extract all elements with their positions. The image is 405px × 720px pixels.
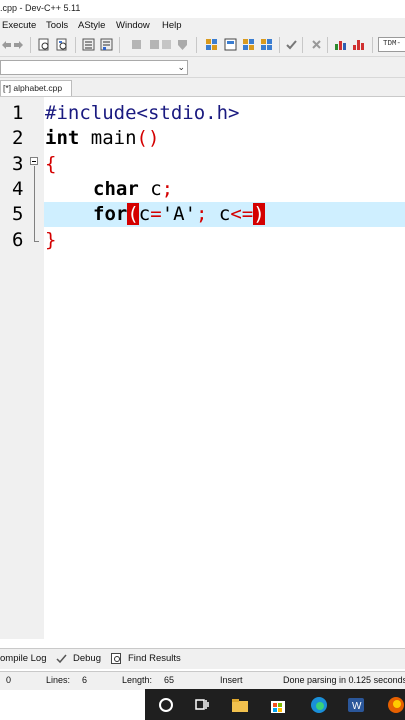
check-icon[interactable] [285,38,298,51]
line-number: 1 [12,102,24,124]
brace-match-close: ) [253,203,265,225]
status-col: 0 [6,675,12,685]
operator: = [150,203,162,225]
chevron-down-icon[interactable]: ⌄ [177,62,185,73]
identifier: c [138,203,151,225]
menu-window[interactable]: Window [116,20,150,31]
class-combo[interactable]: ⌄ [0,60,188,75]
run-icon[interactable] [224,38,237,51]
open-brace: { [45,153,57,175]
tab-find-results[interactable]: Find Results [128,653,181,664]
char-literal: 'A' [161,203,197,225]
menu-tools[interactable]: Tools [46,20,68,31]
status-length-value: 65 [164,675,175,685]
identifier: c [207,203,231,225]
identifier: main [79,127,137,149]
check-icon [56,653,67,664]
compile-run-icon[interactable] [242,38,255,51]
replace-icon[interactable] [56,38,69,51]
file-explorer-icon[interactable] [230,695,250,715]
indent-icon[interactable] [82,38,95,51]
word-icon[interactable]: W [346,695,366,715]
status-lines-label: Lines: [46,675,71,685]
code-line-1: #include<stdio.h> [45,101,239,126]
svg-text:W: W [352,701,362,712]
semicolon: ; [196,203,208,225]
cortana-icon[interactable] [156,695,176,715]
menu-help[interactable]: Help [162,20,182,31]
firefox-icon[interactable] [386,695,405,715]
chart-icon[interactable] [334,38,347,51]
compiler-select[interactable]: TDM- [378,37,405,52]
menu-bar: Execute Tools AStyle Window Help [0,18,405,34]
code-line-5: for(c='A'; c<=) [93,202,265,227]
line-number: 2 [12,127,24,149]
operator: <= [230,203,254,225]
preprocessor-directive: #include<stdio.h> [45,102,240,124]
parens: () [136,127,160,149]
code-line-3: { [45,152,56,177]
task-view-icon[interactable] [192,695,212,715]
line-number: 3 [12,153,24,175]
semicolon: ; [161,178,174,200]
line-number: 5 [12,203,24,225]
status-mode: Insert [220,675,243,685]
fold-toggle-icon[interactable] [30,157,38,165]
unindent-icon[interactable] [100,38,113,51]
status-message: Done parsing in 0.125 seconds [283,675,405,685]
keyword: int [45,127,80,149]
code-line-4: char c; [93,177,173,202]
find-icon [111,653,122,664]
fold-line [34,166,35,242]
line-number: 4 [12,178,24,200]
tab-compile-log[interactable]: ompile Log [0,653,46,664]
identifier: c [138,178,162,200]
keyword: for [93,203,128,225]
profile-icon[interactable] [352,38,365,51]
compile-icon[interactable] [205,38,218,51]
window-title: .cpp - Dev-C++ 5.11 [0,3,81,13]
stop-icon[interactable] [310,38,323,51]
store-icon[interactable] [268,695,288,715]
edge-icon[interactable] [309,695,329,715]
keyword: char [93,178,139,200]
status-length-label: Length: [122,675,153,685]
rebuild-icon[interactable] [260,38,273,51]
brace-match-open: ( [127,203,139,225]
shield-icon[interactable] [176,38,189,51]
toolbar [0,34,405,57]
tab-debug[interactable]: Debug [73,653,101,664]
tab-alphabet-cpp[interactable]: [*] alphabet.cpp [0,80,72,96]
menu-astyle[interactable]: AStyle [78,20,105,31]
status-lines-value: 6 [82,675,88,685]
menu-execute[interactable]: Execute [2,20,36,31]
fold-end [34,241,39,242]
code-line-2: int main() [45,126,159,151]
toggle-bookmark-icon[interactable] [130,38,143,51]
redo-icon[interactable] [12,38,25,51]
prev-icon[interactable] [160,38,173,51]
line-number: 6 [12,229,24,251]
title-bar: .cpp - Dev-C++ 5.11 [0,0,405,18]
close-brace: } [45,229,57,251]
code-line-6: } [45,228,56,253]
find-icon[interactable] [38,38,51,51]
